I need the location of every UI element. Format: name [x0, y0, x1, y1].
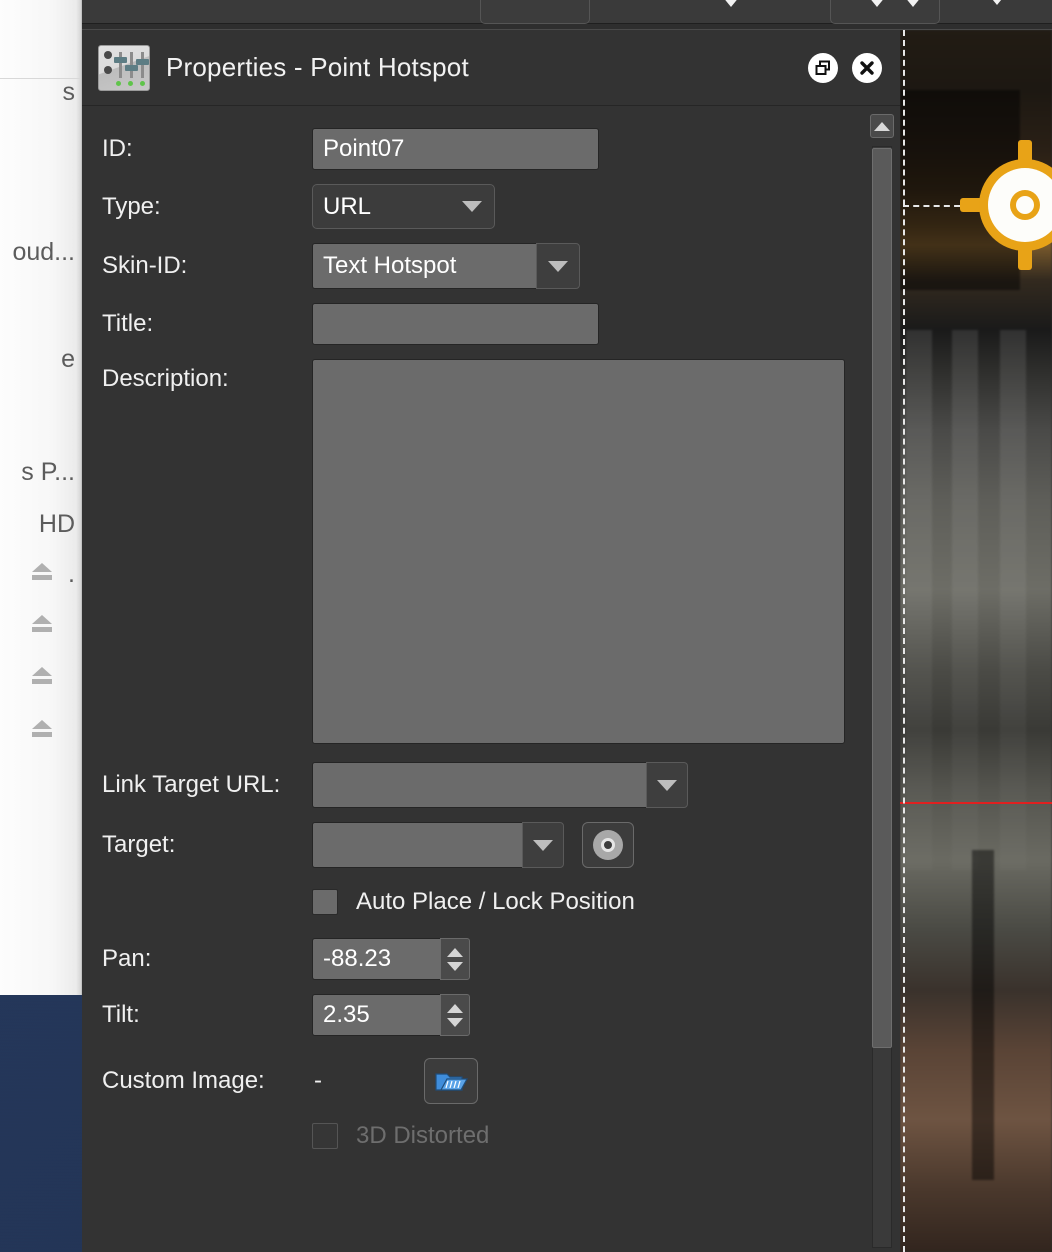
panorama-preview-pane[interactable] — [900, 30, 1052, 1252]
horizon-line — [900, 802, 1052, 804]
pan-input[interactable]: -88.23 — [312, 938, 440, 980]
row-type: Type: URL — [82, 184, 864, 229]
bg-fragment-2: e — [61, 345, 75, 373]
eject-icon[interactable] — [29, 563, 55, 581]
background-toolbar — [82, 0, 1052, 24]
link-target-url-label: Link Target URL: — [102, 771, 281, 798]
dialog-titlebar[interactable]: Properties - Point Hotspot — [82, 30, 900, 106]
row-id: ID: Point07 — [82, 128, 864, 170]
bg-fragment-4: HD — [38, 510, 75, 538]
target-input[interactable] — [312, 822, 522, 868]
mixer-sliders-icon — [98, 44, 150, 91]
eject-icon[interactable] — [29, 667, 55, 685]
pan-decrease-icon[interactable] — [447, 961, 463, 971]
custom-image-value: - — [314, 1067, 322, 1094]
bg-fragment-5: . — [68, 560, 75, 588]
3d-distorted-checkbox — [312, 1123, 338, 1149]
chevron-down-icon — [462, 201, 482, 212]
properties-form: ID: Point07 Type: URL Skin-ID: Text Hots… — [82, 106, 864, 1252]
selection-guide-vertical — [903, 30, 905, 1252]
skin-id-combobox[interactable]: Text Hotspot — [312, 243, 580, 289]
chevron-down-icon — [533, 839, 553, 851]
auto-place-label: Auto Place / Lock Position — [356, 888, 635, 915]
toolbar-caret-4 — [988, 0, 1006, 5]
dialog-title: Properties - Point Hotspot — [166, 52, 469, 82]
open-folder-icon[interactable] — [424, 1058, 478, 1104]
target-combobox[interactable] — [312, 822, 564, 868]
skin-id-dropdown-button[interactable] — [536, 243, 580, 289]
toolbar-caret-3 — [904, 0, 922, 7]
row-auto-place: Auto Place / Lock Position — [82, 888, 864, 916]
restore-window-button[interactable] — [808, 52, 838, 83]
link-target-url-input[interactable] — [312, 762, 646, 808]
hotspot-crosshair-marker[interactable] — [960, 140, 1052, 270]
tilt-decrease-icon[interactable] — [447, 1017, 463, 1027]
dialog-scrollbar[interactable] — [864, 106, 900, 1252]
row-pan: Pan: -88.23 — [82, 938, 864, 980]
properties-dialog: Properties - Point Hotspot ID: Point07 T… — [82, 30, 900, 1252]
background-file-panel: s oud... e s P... HD . — [0, 0, 82, 995]
toolbar-caret-2 — [868, 0, 886, 7]
title-input[interactable] — [312, 303, 599, 345]
dialog-body: ID: Point07 Type: URL Skin-ID: Text Hots… — [82, 106, 900, 1252]
tilt-input[interactable]: 2.35 — [312, 994, 440, 1036]
title-label: Title: — [102, 310, 154, 337]
row-tilt: Tilt: 2.35 — [82, 994, 864, 1036]
row-3d-distorted: 3D Distorted — [82, 1122, 864, 1150]
tilt-increase-icon[interactable] — [447, 1003, 463, 1013]
row-skin-id: Skin-ID: Text Hotspot — [82, 243, 864, 289]
tilt-spin-buttons[interactable] — [440, 994, 470, 1036]
description-textarea[interactable] — [312, 359, 845, 744]
3d-distorted-label: 3D Distorted — [356, 1122, 490, 1149]
pick-target-button[interactable] — [582, 822, 634, 868]
target-dropdown-button[interactable] — [522, 822, 564, 868]
target-label: Target: — [102, 831, 176, 858]
auto-place-checkbox[interactable] — [312, 889, 338, 915]
tilt-label: Tilt: — [102, 1001, 140, 1028]
row-custom-image: Custom Image: - — [82, 1058, 864, 1104]
chevron-down-icon — [548, 260, 568, 272]
bg-fragment-1: oud... — [12, 238, 75, 266]
pan-increase-icon[interactable] — [447, 947, 463, 957]
pan-stepper[interactable]: -88.23 — [312, 938, 470, 980]
close-icon[interactable] — [852, 52, 882, 83]
bg-fragment-3: s P... — [21, 458, 75, 486]
screen: s oud... e s P... HD . Properties - Poin… — [0, 0, 1052, 1252]
custom-image-label: Custom Image: — [102, 1067, 265, 1094]
bg-fragment-0: s — [62, 78, 76, 106]
tilt-stepper[interactable]: 2.35 — [312, 994, 470, 1036]
row-description: Description: — [82, 359, 864, 744]
link-target-url-combobox[interactable] — [312, 762, 688, 808]
type-dropdown-value: URL — [323, 192, 372, 220]
skin-id-input[interactable]: Text Hotspot — [312, 243, 536, 289]
row-title: Title: — [82, 303, 864, 345]
toolbar-button-1[interactable] — [480, 0, 590, 24]
eject-icon[interactable] — [29, 720, 55, 738]
description-label: Description: — [102, 365, 229, 392]
chevron-down-icon — [657, 779, 677, 791]
target-bullseye-icon — [593, 830, 623, 860]
pan-label: Pan: — [102, 945, 152, 972]
type-label: Type: — [102, 192, 161, 220]
eject-icon[interactable] — [29, 615, 55, 633]
scrollbar-thumb[interactable] — [872, 148, 892, 1048]
toolbar-caret-1 — [722, 0, 740, 7]
link-target-url-dropdown-button[interactable] — [646, 762, 688, 808]
id-input[interactable]: Point07 — [312, 128, 599, 170]
skin-id-label: Skin-ID: — [102, 252, 188, 279]
chevron-up-icon — [874, 121, 890, 131]
window-controls — [808, 52, 882, 83]
type-dropdown[interactable]: URL — [312, 184, 495, 229]
row-target: Target: — [82, 822, 864, 868]
id-label: ID: — [102, 135, 133, 162]
scroll-up-button[interactable] — [870, 114, 894, 138]
pan-spin-buttons[interactable] — [440, 938, 470, 980]
row-link-target-url: Link Target URL: — [82, 762, 864, 808]
